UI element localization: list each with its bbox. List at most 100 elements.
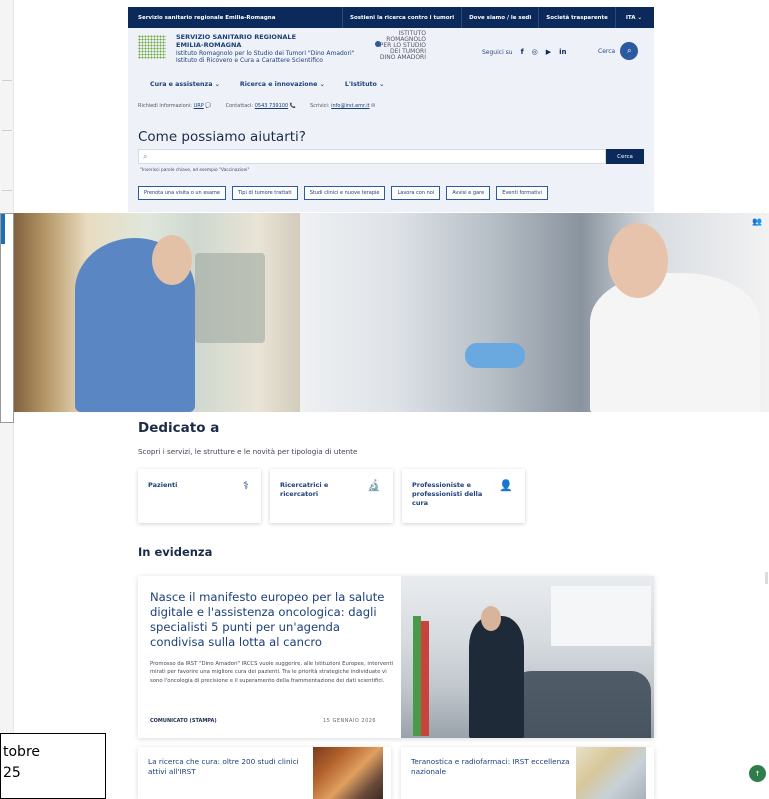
region-logo-icon[interactable]: [138, 35, 166, 59]
feature-date: 15 GENNAIO 2026: [323, 718, 377, 724]
topbar-link-sedi[interactable]: Dove siamo / le sedi: [461, 7, 538, 28]
region-label[interactable]: Servizio sanitario regionale Emilia-Roma…: [128, 15, 342, 21]
news-card-image[interactable]: [313, 747, 383, 799]
chip-avvisi[interactable]: Avvisi e gare: [446, 186, 491, 200]
scroll-top-icon[interactable]: ↑: [749, 765, 766, 782]
search-hint: "Inserisci parole chiave, ad esempio "Va…: [140, 168, 250, 173]
feature-title[interactable]: Nasce il manifesto europeo per la salute…: [150, 590, 395, 650]
card-pazienti[interactable]: Pazienti ⚕: [138, 469, 261, 523]
language-selector[interactable]: ITA ⌄: [614, 7, 654, 28]
info-email-label: Scrivici:: [309, 103, 330, 109]
nav-ricerca-innovazione[interactable]: Ricerca e innovazione ⌄: [240, 81, 325, 88]
feature-image-speaker-head: [481, 606, 501, 631]
feature-article[interactable]: Nasce il manifesto europeo per la salute…: [138, 576, 654, 738]
search-icon[interactable]: ⌕: [620, 42, 639, 60]
overlay-text: tobre 25: [3, 742, 40, 784]
hero-scientist-head: [608, 223, 668, 298]
linkedin-icon[interactable]: in: [559, 48, 566, 56]
patient-icon: ⚕: [243, 479, 249, 492]
card-label: Professioniste e professionisti della cu…: [412, 481, 483, 507]
card-ricercatori[interactable]: Ricercatrici e ricercatori 🔬: [270, 469, 393, 523]
feature-body: Promosso da IRST "Dino Amadori" IRCCS vu…: [150, 661, 394, 684]
info-urp-label: Richiedi informazioni:: [138, 103, 192, 109]
news-card-title[interactable]: Teranostica e radiofarmaci: IRST eccelle…: [411, 757, 571, 777]
info-email: Scrivici: info@irst.emr.it ✉: [310, 103, 375, 109]
feature-image[interactable]: [401, 576, 654, 738]
scrollbar[interactable]: [765, 572, 768, 584]
feature-image-audience: [511, 671, 651, 738]
news-card-teranostica[interactable]: Teranostica e radiofarmaci: IRST eccelle…: [401, 747, 654, 799]
news-card-title[interactable]: La ricerca che cura: oltre 200 studi cli…: [148, 757, 308, 777]
phone-link[interactable]: 0543 739100: [255, 103, 288, 109]
feature-image-flag: [421, 621, 429, 736]
overlay-window[interactable]: tobre 25: [0, 733, 106, 799]
phone-icon: 📞: [289, 103, 296, 109]
audience-cards: Pazienti ⚕ Ricercatrici e ricercatori 🔬 …: [138, 469, 525, 523]
background-window-snippet: [0, 213, 14, 423]
hero-nurse-head: [152, 235, 192, 285]
contact-info-bar: Richiedi informazioni: URP 💬 Contattaci:…: [138, 103, 375, 109]
header-search-label[interactable]: Cerca: [598, 48, 615, 55]
instagram-icon[interactable]: ◎: [532, 48, 538, 56]
search-icon: ⌕: [143, 152, 148, 161]
search-button[interactable]: Cerca: [606, 149, 644, 164]
social-links: Seguici su f ◎ ▶ in: [482, 48, 567, 56]
microscope-icon: 🔬: [367, 479, 381, 492]
help-section: Come possiamo aiutarti? ⌕ Cerca "Inseris…: [128, 118, 654, 212]
hero-scientist: [590, 273, 760, 412]
facebook-icon[interactable]: f: [521, 48, 524, 56]
nav-istituto[interactable]: L'Istituto ⌄: [345, 81, 385, 88]
chip-eventi[interactable]: Eventi formativi: [496, 186, 548, 200]
background-window-bar: [1, 214, 5, 244]
topbar-link-sostieni[interactable]: Sostieni la ricerca contro i tumori: [341, 7, 461, 28]
hero-gloves: [465, 343, 525, 368]
help-title: Come possiamo aiutarti?: [138, 129, 306, 145]
search-input[interactable]: ⌕: [138, 149, 606, 164]
youtube-icon[interactable]: ▶: [546, 48, 551, 56]
irst-logo[interactable]: ISTITUTO ROMAGNOLO PER LO STUDIO DEI TUM…: [346, 31, 426, 71]
follow-label: Seguici su: [482, 48, 513, 56]
quick-links: Prenota una visita o un esame Tipi di tu…: [138, 186, 548, 200]
header-search[interactable]: Cerca ⌕: [598, 42, 639, 60]
top-bar: Servizio sanitario regionale Emilia-Roma…: [128, 7, 654, 28]
urp-link[interactable]: URP: [194, 103, 204, 109]
irst-logo-line: DINO AMADORI: [379, 54, 426, 61]
people-icon[interactable]: 👥: [752, 217, 762, 226]
nav-cura-assistenza[interactable]: Cura e assistenza ⌄: [150, 81, 220, 88]
dedicato-subtitle: Scopri i servizi, le strutture e le novi…: [138, 447, 358, 456]
feature-image-screen: [551, 586, 651, 646]
site-header: SERVIZIO SANITARIO REGIONALE EMILIA-ROMA…: [128, 28, 654, 118]
feature-category: COMUNICATO (STAMPA): [150, 718, 217, 724]
info-phone-label: Contattaci:: [225, 103, 254, 109]
evidenza-title: In evidenza: [138, 545, 213, 559]
irst-logo-dot-icon: [375, 41, 381, 47]
overlay-line: 25: [3, 765, 21, 781]
hero-medical-machine: [195, 253, 265, 343]
dedicato-title: Dedicato a: [138, 420, 220, 436]
chip-prenota[interactable]: Prenota una visita o un esame: [138, 186, 227, 200]
feature-image-flag: [413, 616, 421, 736]
news-card-ricerca[interactable]: La ricerca che cura: oltre 200 studi cli…: [138, 747, 391, 799]
news-card-image[interactable]: [576, 747, 646, 799]
topbar-link-trasparente[interactable]: Società trasparente: [538, 7, 615, 28]
hero-image: [10, 213, 769, 412]
main-nav: Cura e assistenza ⌄ Ricerca e innovazion…: [150, 81, 384, 88]
logo-line-2: EMILIA-ROMAGNA: [176, 40, 242, 49]
chip-studi-clinici[interactable]: Studi clinici e nuove terapie: [303, 186, 386, 200]
card-professionisti[interactable]: Professioniste e professionisti della cu…: [402, 469, 525, 523]
info-phone: Contattaci: 0543 739100 📞: [226, 103, 296, 109]
chip-lavora[interactable]: Lavora con noi: [391, 186, 441, 200]
chip-tipi-tumore[interactable]: Tipi di tumore trattati: [232, 186, 298, 200]
overlay-line: tobre: [3, 744, 41, 760]
card-label: Ricercatrici e ricercatori: [280, 481, 329, 498]
chat-icon: 💬: [205, 103, 212, 109]
site-logo-text[interactable]: SERVIZIO SANITARIO REGIONALE EMILIA-ROMA…: [176, 33, 355, 64]
card-label: Pazienti: [148, 481, 178, 489]
doctor-icon: 👤: [499, 479, 513, 492]
mail-icon: ✉: [371, 103, 376, 109]
logo-line-3: Istituto Romagnolo per lo Studio dei Tum…: [176, 49, 355, 57]
feature-image-speaker: [469, 616, 524, 738]
email-link[interactable]: info@irst.emr.it: [331, 103, 369, 109]
info-urp: Richiedi informazioni: URP 💬: [138, 103, 212, 109]
logo-line-4: Istituto di Ricovero e Cura a Carattere …: [176, 56, 323, 64]
